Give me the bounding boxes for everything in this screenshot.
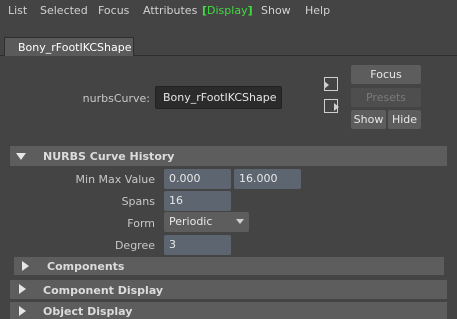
collapsed-arrow-icon [19, 284, 26, 294]
section-label: NURBS Curve History [43, 150, 175, 163]
menu-show[interactable]: Show [261, 4, 291, 17]
menu-help[interactable]: Help [305, 4, 330, 17]
form-value: Periodic [169, 215, 213, 228]
max-value-field[interactable]: 16.000 [234, 169, 301, 189]
arrow-out-icon [334, 103, 339, 111]
degree-field[interactable]: 3 [164, 235, 231, 255]
minmax-label: Min Max Value [75, 173, 155, 186]
node-name-field[interactable]: Bony_rFootIKCShape [155, 86, 282, 109]
menu-display-label: Display [207, 4, 248, 17]
section-label: Component Display [43, 284, 164, 297]
min-value-field[interactable]: 0.000 [164, 169, 231, 189]
form-label: Form [127, 217, 155, 230]
menu-attributes[interactable]: Attributes [143, 4, 197, 17]
chevron-down-icon [236, 219, 244, 224]
collapsed-arrow-icon [19, 306, 26, 316]
collapsed-arrow-icon [22, 261, 29, 271]
expanded-arrow-icon [16, 153, 26, 160]
section-label: Components [47, 260, 125, 273]
arrow-in-icon [324, 81, 329, 89]
section-nurbs-curve-history[interactable]: NURBS Curve History [10, 146, 447, 166]
form-dropdown[interactable]: Periodic [164, 212, 249, 232]
menu-selected[interactable]: Selected [40, 4, 88, 17]
section-object-display[interactable]: Object Display [10, 302, 447, 319]
output-connection-icon[interactable] [324, 99, 339, 113]
menu-list[interactable]: List [8, 4, 27, 17]
spans-label: Spans [121, 195, 155, 208]
tab-node[interactable]: Bony_rFootIKCShape [4, 37, 134, 56]
node-type-label: nurbsCurve: [82, 92, 150, 105]
menu-bar: List Selected Focus Attributes [Display]… [0, 0, 457, 24]
section-component-display[interactable]: Component Display [10, 280, 447, 299]
bracket-right: ] [247, 4, 253, 17]
show-button[interactable]: Show [351, 110, 386, 129]
input-connection-icon[interactable] [324, 77, 338, 91]
hide-button[interactable]: Hide [388, 110, 421, 129]
menu-focus[interactable]: Focus [98, 4, 129, 17]
focus-button[interactable]: Focus [351, 65, 421, 84]
section-components[interactable]: Components [14, 257, 444, 275]
presets-button[interactable]: Presets [351, 88, 421, 107]
degree-label: Degree [114, 239, 155, 252]
menu-display[interactable]: [Display] [202, 4, 253, 17]
section-label: Object Display [43, 305, 133, 318]
spans-field[interactable]: 16 [164, 191, 231, 211]
